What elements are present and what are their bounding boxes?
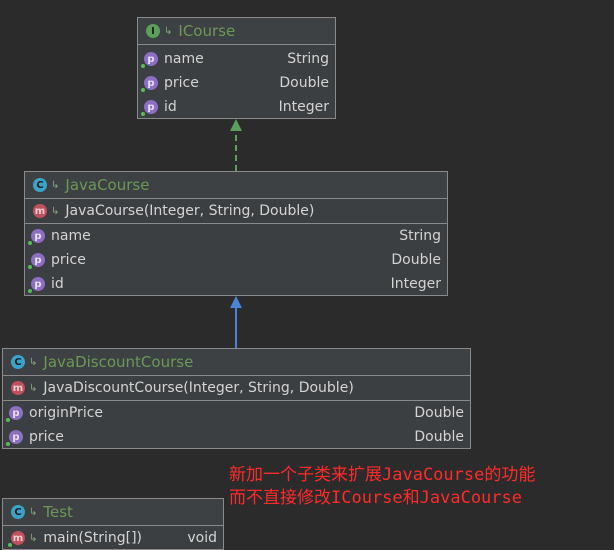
field-row: p name String [25,224,447,248]
interface-icon: I [146,24,160,38]
annotation-note: 新加一个子类来扩展JavaCourse的功能 而不直接修改ICourse和Jav… [229,464,535,510]
field-row: p originPrice Double [3,401,470,425]
property-icon: p [28,277,45,293]
class-icon: C [33,178,47,192]
icourse-title: ICourse [178,22,236,40]
field-name: price [29,429,64,445]
link-icon: ↳ [29,506,38,518]
method-signature: JavaDiscountCourse(Integer, String, Doub… [43,380,354,396]
field-name: price [164,75,199,91]
method-icon: m [33,204,47,218]
method-signature: JavaCourse(Integer, String, Double) [65,203,315,219]
property-icon: p [6,430,23,446]
test-class-box[interactable]: C ↳ Test m ↳ main(String[]) void [2,498,224,550]
property-icon: p [6,406,23,422]
property-icon: p [141,76,158,92]
link-icon: ↳ [164,25,173,37]
annotation-line-1: 新加一个子类来扩展JavaCourse的功能 [229,465,536,485]
field-type: String [399,228,441,244]
property-icon: p [141,52,158,68]
annotation-line-2: 而不直接修改ICourse和JavaCourse [229,488,522,508]
field-name: price [51,252,86,268]
field-name: name [51,228,91,244]
link-icon: ↳ [29,382,38,394]
field-type: Integer [390,276,441,292]
field-type: Double [414,429,464,445]
field-name: id [164,99,177,115]
class-icon: C [11,355,25,369]
icourse-interface-box[interactable]: I ↳ ICourse p name String p price Double… [137,17,336,119]
field-type: Double [279,75,329,91]
test-title: Test [43,503,73,521]
field-name: id [51,276,64,292]
method-row: m ↳ JavaCourse(Integer, String, Double) [25,199,447,224]
extends-arrowhead [230,296,242,308]
javacourse-class-box[interactable]: C ↳ JavaCourse m ↳ JavaCourse(Integer, S… [24,171,448,296]
method-icon: m [8,531,25,547]
property-icon: p [28,229,45,245]
field-row: p id Integer [25,272,447,296]
javadiscountcourse-class-box[interactable]: C ↳ JavaDiscountCourse m ↳ JavaDiscountC… [2,348,471,449]
implements-arrowhead [230,119,242,131]
field-type: Double [391,252,441,268]
property-icon: p [28,253,45,269]
javacourse-header: C ↳ JavaCourse [25,172,447,199]
class-icon: C [11,505,25,519]
link-icon: ↳ [51,179,60,191]
link-icon: ↳ [51,205,60,217]
field-type: Integer [278,99,329,115]
javadiscountcourse-title: JavaDiscountCourse [43,353,194,371]
field-row: p id Integer [138,95,335,119]
method-row: m ↳ JavaDiscountCourse(Integer, String, … [3,376,470,401]
field-name: name [164,51,204,67]
method-signature: main(String[]) [43,530,142,546]
javacourse-title: JavaCourse [65,176,150,194]
icourse-header: I ↳ ICourse [138,18,335,45]
method-return-type: void [187,530,217,546]
javadiscountcourse-header: C ↳ JavaDiscountCourse [3,349,470,376]
field-type: Double [414,405,464,421]
method-row: m ↳ main(String[]) void [3,526,223,550]
field-row: p price Double [3,425,470,449]
field-row: p price Double [25,248,447,272]
field-name: originPrice [29,405,104,421]
field-row: p price Double [138,71,335,95]
link-icon: ↳ [29,356,38,368]
method-icon: m [11,381,25,395]
property-icon: p [141,100,158,116]
field-row: p name String [138,45,335,71]
test-header: C ↳ Test [3,499,223,526]
field-type: String [287,51,329,67]
link-icon: ↳ [29,532,38,544]
